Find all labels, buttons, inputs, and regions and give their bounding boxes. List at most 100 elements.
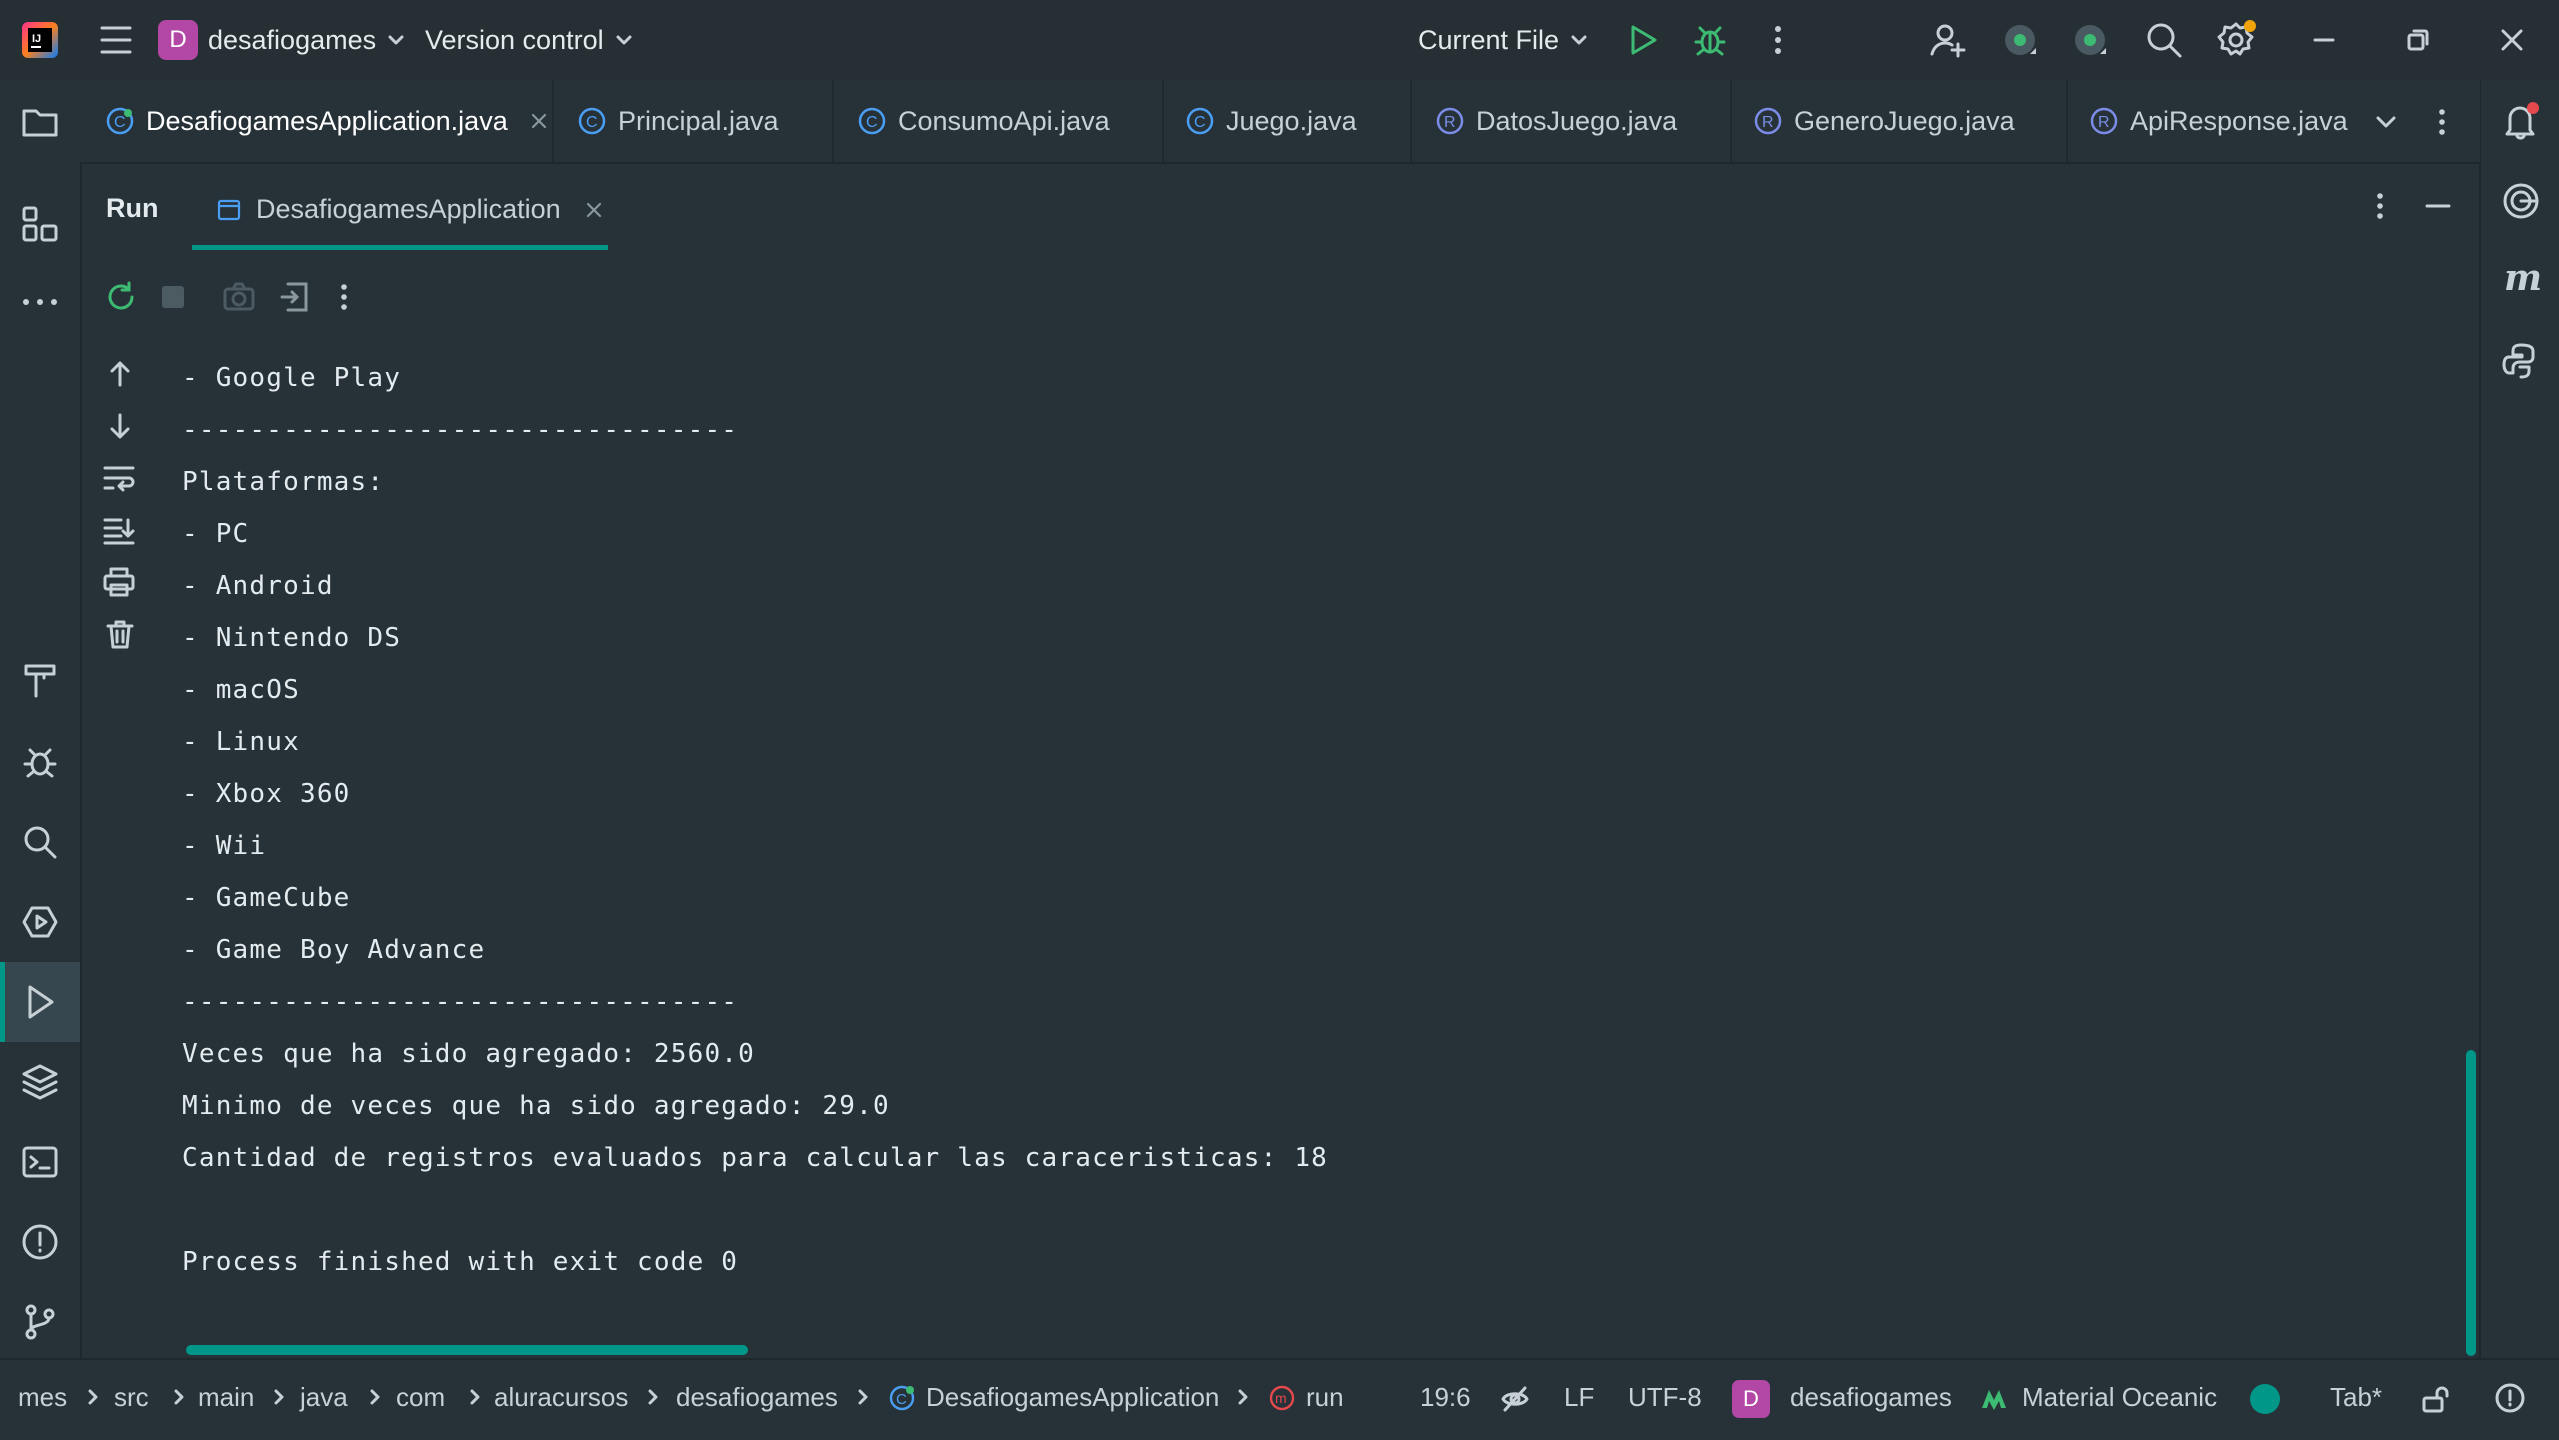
breadcrumb-item[interactable]: com: [396, 1382, 445, 1413]
main-menu-icon[interactable]: [96, 22, 136, 58]
run-icon[interactable]: [1624, 22, 1660, 58]
tab-options-icon[interactable]: [2430, 106, 2454, 138]
code-with-me-icon[interactable]: [1928, 20, 1968, 60]
run-panel-options-icon[interactable]: [2368, 190, 2392, 222]
breadcrumb-item[interactable]: main: [198, 1382, 254, 1413]
console-output[interactable]: - Google Play ---------------------------…: [182, 352, 2462, 1332]
tab-label: Juego.java: [1226, 105, 1357, 136]
clear-all-icon[interactable]: [104, 618, 136, 650]
rerun-icon[interactable]: [104, 280, 138, 314]
settings-icon[interactable]: [2216, 18, 2258, 60]
restore-window-icon[interactable]: [2400, 22, 2436, 58]
project-tool-icon[interactable]: [20, 102, 60, 142]
more-tools-icon[interactable]: [20, 282, 60, 322]
scroll-down-icon[interactable]: [104, 410, 136, 442]
tab-datos-juego[interactable]: R DatosJuego.java: [1436, 80, 1677, 162]
tab-consumo-api[interactable]: C ConsumoApi.java: [858, 80, 1110, 162]
project-avatar: D: [158, 20, 198, 60]
notifications-icon[interactable]: [2500, 100, 2542, 142]
file-encoding[interactable]: UTF-8: [1628, 1382, 1702, 1413]
console-line: Plataformas:: [182, 467, 385, 497]
find-tool-icon[interactable]: [20, 822, 60, 862]
status-project-name[interactable]: desafiogames: [1790, 1382, 1952, 1413]
chevron-right-icon: [274, 1389, 284, 1405]
accent-color-indicator[interactable]: [2250, 1384, 2280, 1414]
exit-icon[interactable]: [278, 280, 312, 314]
version-control-menu[interactable]: Version control: [425, 20, 634, 60]
breadcrumb-item[interactable]: src: [114, 1382, 149, 1413]
tabs-overflow-icon[interactable]: [2372, 108, 2400, 136]
intellij-logo-icon[interactable]: IJ: [20, 20, 60, 60]
vertical-scrollbar[interactable]: [2466, 1050, 2476, 1356]
ai-assistant-icon[interactable]: [2500, 180, 2542, 222]
more-actions-icon[interactable]: [1762, 22, 1794, 58]
tab-desafiogames-application[interactable]: C DesafiogamesApplication.java: [106, 80, 550, 162]
scroll-to-end-icon[interactable]: [102, 514, 136, 546]
plugin-status-icon[interactable]: [2000, 20, 2040, 60]
tab-api-response[interactable]: R ApiResponse.java: [2090, 80, 2348, 162]
breadcrumb-item[interactable]: DesafiogamesApplication: [926, 1382, 1219, 1413]
layers-tool-icon[interactable]: [20, 1062, 60, 1102]
search-icon[interactable]: [2144, 20, 2184, 60]
chevron-right-icon: [858, 1389, 868, 1405]
console-line: ---------------------------------: [182, 415, 739, 445]
plugin-status-icon-2[interactable]: [2070, 20, 2110, 60]
chevron-down-icon: [616, 35, 632, 45]
project-selector[interactable]: D desafiogames: [158, 20, 406, 60]
method-icon: m: [1269, 1385, 1295, 1411]
breadcrumb-item[interactable]: java: [300, 1382, 348, 1413]
console-line: Minimo de veces que ha sido agregado: 29…: [182, 1091, 890, 1121]
services-tool-icon[interactable]: [20, 902, 60, 942]
run-more-icon[interactable]: [332, 280, 356, 314]
read-only-eye-icon[interactable]: [1500, 1384, 1530, 1414]
problems-tool-icon[interactable]: [20, 1222, 60, 1262]
indent-setting[interactable]: Tab*: [2330, 1382, 2382, 1413]
tab-juego[interactable]: C Juego.java: [1186, 80, 1357, 162]
breadcrumb-item[interactable]: desafiogames: [676, 1382, 838, 1413]
console-line: - Nintendo DS: [182, 623, 402, 653]
project-name: desafiogames: [208, 24, 377, 55]
tab-label: GeneroJuego.java: [1794, 105, 2015, 136]
line-ending[interactable]: LF: [1564, 1382, 1594, 1413]
problems-status-icon[interactable]: [2494, 1382, 2526, 1414]
svg-text:m: m: [1275, 1390, 1287, 1406]
git-tool-icon[interactable]: [20, 1302, 60, 1342]
caret-position[interactable]: 19:6: [1420, 1382, 1471, 1413]
python-console-icon[interactable]: [2500, 340, 2542, 382]
tab-genero-juego[interactable]: R GeneroJuego.java: [1754, 80, 2015, 162]
terminal-tool-icon[interactable]: [20, 1142, 60, 1182]
scroll-up-icon[interactable]: [104, 358, 136, 390]
hide-panel-icon[interactable]: [2422, 190, 2454, 222]
close-window-icon[interactable]: [2494, 22, 2530, 58]
thread-dump-icon[interactable]: [222, 280, 256, 314]
close-tab-icon[interactable]: [583, 199, 605, 221]
tab-label: Principal.java: [618, 105, 779, 136]
unlock-icon[interactable]: [2420, 1384, 2450, 1414]
tab-divider: [552, 80, 554, 162]
run-configuration-selector[interactable]: Current File: [1418, 20, 1589, 60]
run-tab-label: DesafiogamesApplication: [256, 194, 561, 224]
minimize-window-icon[interactable]: [2306, 22, 2342, 58]
run-config-label: Current File: [1418, 24, 1560, 55]
breadcrumb-item[interactable]: aluracursos: [494, 1382, 628, 1413]
close-tab-icon[interactable]: [528, 110, 550, 132]
breadcrumb-item[interactable]: mes: [18, 1382, 67, 1413]
tab-principal[interactable]: C Principal.java: [578, 80, 779, 162]
run-tool-button[interactable]: [0, 962, 80, 1042]
stop-icon[interactable]: [158, 282, 188, 312]
debug-tool-icon[interactable]: [20, 742, 60, 782]
build-tool-icon[interactable]: [20, 660, 60, 700]
theme-name[interactable]: Material Oceanic: [2022, 1382, 2217, 1413]
breadcrumb-item[interactable]: run: [1306, 1382, 1344, 1413]
print-icon[interactable]: [102, 566, 136, 598]
console-line: Process finished with exit code 0: [182, 1247, 739, 1277]
soft-wrap-icon[interactable]: [102, 462, 136, 494]
run-tab-desafiogames-application[interactable]: DesafiogamesApplication: [192, 164, 608, 250]
console-line: Cantidad de registros evaluados para cal…: [182, 1143, 1329, 1173]
maven-icon[interactable]: m: [2500, 258, 2542, 300]
horizontal-scrollbar[interactable]: [186, 1345, 748, 1355]
svg-text:R: R: [1444, 114, 1456, 131]
debug-icon[interactable]: [1692, 22, 1728, 58]
structure-tool-icon[interactable]: [20, 204, 60, 244]
svg-text:C: C: [586, 114, 598, 131]
